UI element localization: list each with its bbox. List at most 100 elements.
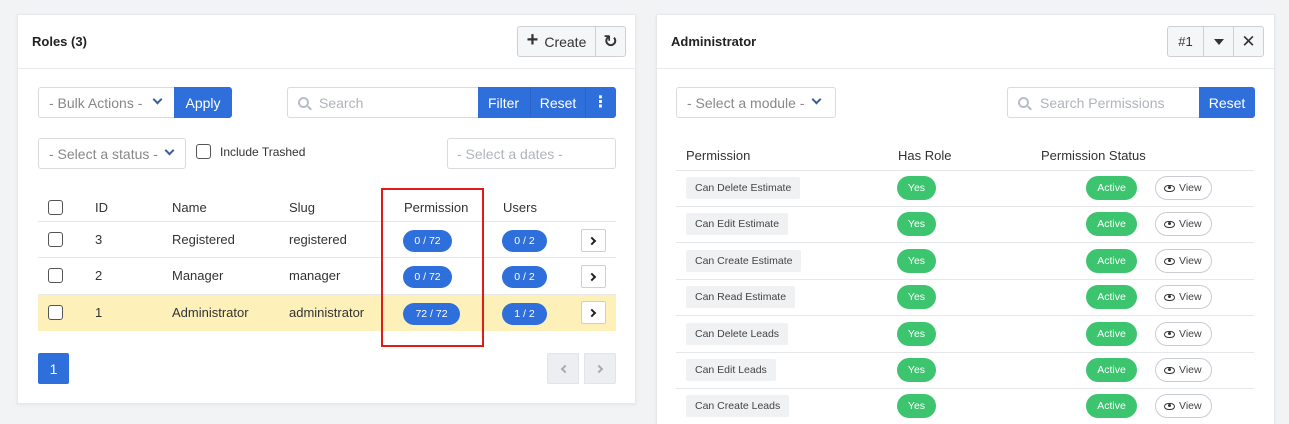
eye-icon <box>1164 220 1175 228</box>
view-permission-button[interactable]: View <box>1155 358 1212 382</box>
view-button-label: View <box>1179 291 1202 303</box>
status-select-label: - Select a status - <box>49 145 158 162</box>
has-role-badge[interactable]: Yes <box>897 249 936 273</box>
role-id-badge[interactable]: #1 <box>1167 26 1204 57</box>
reset-button-label: Reset <box>539 94 577 111</box>
view-button-label: View <box>1179 328 1202 340</box>
permission-name-chip: Can Delete Estimate <box>686 177 801 199</box>
row-id: 2 <box>95 268 103 283</box>
eye-icon <box>1164 366 1175 374</box>
row-checkbox[interactable] <box>48 232 63 247</box>
role-detail-title: Administrator <box>671 34 757 49</box>
view-button-label: View <box>1179 182 1202 194</box>
eye-icon <box>1164 330 1175 338</box>
create-button[interactable]: + Create <box>517 26 596 57</box>
permission-status-badge[interactable]: Active <box>1086 322 1137 346</box>
row-checkbox[interactable] <box>48 305 63 320</box>
date-range-placeholder: - Select a dates - <box>457 145 563 162</box>
bulk-actions-select[interactable]: - Bulk Actions - <box>38 87 175 118</box>
row-divider <box>676 242 1254 243</box>
close-icon: ✕ <box>1241 31 1256 51</box>
view-permission-button[interactable]: View <box>1155 176 1212 200</box>
reset-permissions-label: Reset <box>1208 94 1246 111</box>
column-header-permission[interactable]: Permission <box>686 148 750 163</box>
column-header-id[interactable]: ID <box>95 200 108 215</box>
permission-status-badge[interactable]: Active <box>1086 358 1137 382</box>
search-input[interactable]: Search <box>287 87 479 118</box>
apply-button[interactable]: Apply <box>174 87 232 118</box>
filter-button[interactable]: Filter <box>478 87 530 118</box>
view-permission-button[interactable]: View <box>1155 394 1212 418</box>
view-permission-button[interactable]: View <box>1155 322 1212 346</box>
has-role-badge[interactable]: Yes <box>897 358 936 382</box>
column-header-users[interactable]: Users <box>503 200 537 215</box>
row-checkbox[interactable] <box>48 268 63 283</box>
search-placeholder: Search <box>319 94 364 111</box>
row-slug: registered <box>289 232 347 247</box>
date-range-input[interactable]: - Select a dates - <box>447 138 616 169</box>
prev-page-button[interactable] <box>547 353 579 384</box>
page-number: 1 <box>49 360 58 377</box>
row-divider <box>676 315 1254 316</box>
dropdown-button[interactable] <box>1203 26 1234 57</box>
row-open-button[interactable] <box>581 301 606 324</box>
roles-panel-header: Roles (3) + Create ↻ <box>18 15 635 69</box>
view-button-label: View <box>1179 255 1202 267</box>
row-id: 3 <box>95 232 103 247</box>
has-role-badge[interactable]: Yes <box>897 285 936 309</box>
page-button-1[interactable]: 1 <box>38 353 69 384</box>
users-count-badge[interactable]: 1 / 2 <box>502 303 547 325</box>
column-header-slug[interactable]: Slug <box>289 200 315 215</box>
has-role-badge[interactable]: Yes <box>897 176 936 200</box>
users-count-badge[interactable]: 0 / 2 <box>502 266 547 288</box>
view-permission-button[interactable]: View <box>1155 249 1212 273</box>
roles-panel-title: Roles (3) <box>32 34 87 49</box>
column-header-has-role[interactable]: Has Role <box>898 148 951 163</box>
filter-button-label: Filter <box>487 94 520 111</box>
chevron-right-icon <box>587 236 597 245</box>
permission-status-badge[interactable]: Active <box>1086 212 1137 236</box>
permission-status-badge[interactable]: Active <box>1086 394 1137 418</box>
has-role-badge[interactable]: Yes <box>897 212 936 236</box>
view-button-label: View <box>1179 218 1202 230</box>
row-slug: manager <box>289 268 341 283</box>
reset-permissions-button[interactable]: Reset <box>1199 87 1255 118</box>
chevron-left-icon <box>560 364 569 373</box>
include-trashed-checkbox[interactable] <box>196 144 211 159</box>
status-select[interactable]: - Select a status - <box>38 138 186 169</box>
chevron-down-icon <box>164 145 175 156</box>
search-permissions-input[interactable]: Search Permissions <box>1007 87 1200 118</box>
view-permission-button[interactable]: View <box>1155 285 1212 309</box>
column-header-name[interactable]: Name <box>172 200 207 215</box>
view-permission-button[interactable]: View <box>1155 212 1212 236</box>
eye-icon <box>1164 293 1175 301</box>
close-button[interactable]: ✕ <box>1233 26 1264 57</box>
eye-icon <box>1164 257 1175 265</box>
select-all-checkbox[interactable] <box>48 200 63 215</box>
permission-status-badge[interactable]: Active <box>1086 285 1137 309</box>
roles-panel: Roles (3) + Create ↻ - Bulk Actions - Ap… <box>17 14 636 404</box>
include-trashed-label: Include Trashed <box>220 145 306 159</box>
role-id-label: #1 <box>1178 34 1193 49</box>
permission-name-chip: Can Edit Estimate <box>686 213 789 235</box>
row-open-button[interactable] <box>581 265 606 288</box>
has-role-badge[interactable]: Yes <box>897 322 936 346</box>
permission-name-chip: Can Delete Leads <box>686 323 789 345</box>
has-role-badge[interactable]: Yes <box>897 394 936 418</box>
refresh-button[interactable]: ↻ <box>595 26 626 57</box>
vertical-dots-icon: ⋮ <box>592 93 609 111</box>
permission-status-badge[interactable]: Active <box>1086 176 1137 200</box>
column-header-permission-status[interactable]: Permission Status <box>1041 148 1146 163</box>
permission-name-chip: Can Edit Leads <box>686 359 776 381</box>
permission-name-chip: Can Create Estimate <box>686 250 802 272</box>
caret-down-icon <box>1213 38 1224 45</box>
module-select[interactable]: - Select a module - <box>676 87 836 118</box>
next-page-button[interactable] <box>584 353 616 384</box>
reset-button[interactable]: Reset <box>530 87 586 118</box>
more-options-button[interactable]: ⋮ <box>585 87 616 118</box>
row-open-button[interactable] <box>581 229 606 252</box>
users-count-badge[interactable]: 0 / 2 <box>502 230 547 252</box>
create-button-label: Create <box>544 33 587 50</box>
permission-status-badge[interactable]: Active <box>1086 249 1137 273</box>
bulk-actions-label: - Bulk Actions - <box>49 94 143 111</box>
